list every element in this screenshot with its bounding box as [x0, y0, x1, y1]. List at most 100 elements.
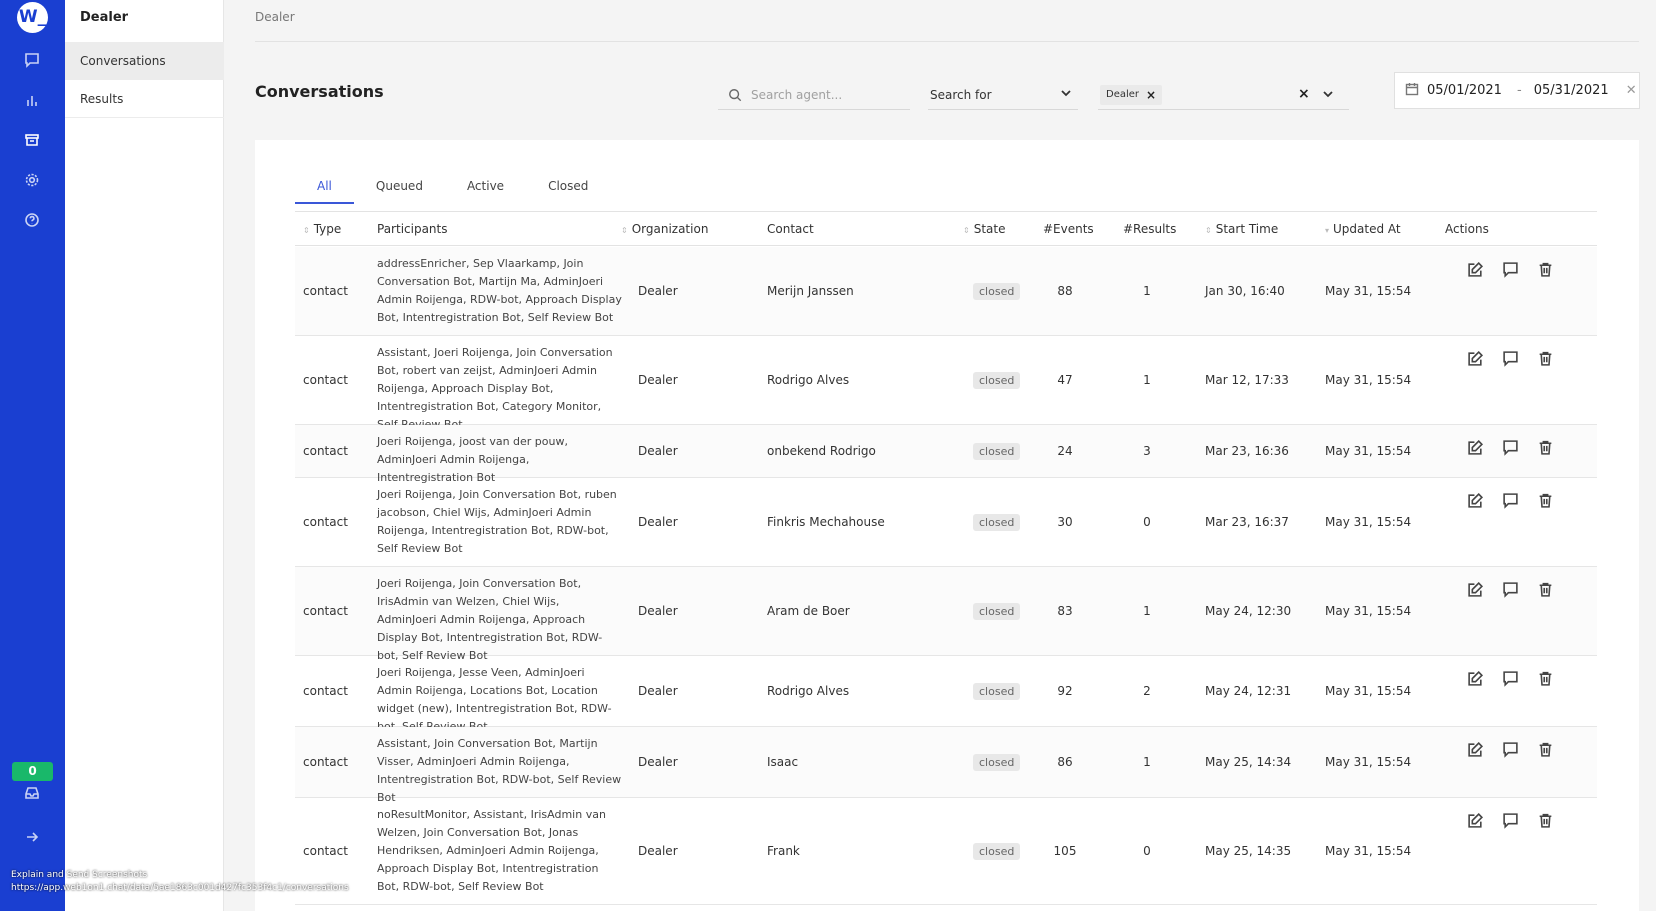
table-row[interactable]: contact Joeri Roijenga, Jesse Veen, Admin…: [295, 656, 1597, 733]
column-actions: Actions: [1445, 222, 1489, 236]
edit-icon[interactable]: [1467, 741, 1484, 761]
cell-updated-at: May 31, 15:54: [1325, 755, 1412, 769]
gear-icon[interactable]: [22, 170, 42, 190]
cell-updated-at: May 31, 15:54: [1325, 844, 1412, 858]
cell-results: 0: [1143, 844, 1151, 858]
edit-icon[interactable]: [1467, 670, 1484, 690]
cell-type: contact: [303, 444, 348, 458]
column-organization[interactable]: ⇕ Organization: [621, 212, 708, 246]
arrow-right-icon[interactable]: [22, 827, 42, 847]
cell-participants: noResultMonitor, Assistant, IrisAdmin va…: [377, 808, 606, 893]
search-input[interactable]: [751, 87, 901, 102]
clear-filter-icon[interactable]: ×: [1298, 86, 1310, 102]
search-for-select[interactable]: Search for: [928, 80, 1078, 110]
table-row[interactable]: contact Assistant, Join Conversation Bot,…: [295, 727, 1597, 804]
cell-type: contact: [303, 755, 348, 769]
message-icon[interactable]: [1502, 741, 1519, 761]
column-type[interactable]: ⇕ Type: [303, 212, 341, 246]
row-actions: [1467, 439, 1554, 459]
cell-events: 83: [1057, 604, 1073, 618]
date-from-input[interactable]: 05/01/2021: [1427, 83, 1513, 98]
trash-icon[interactable]: [1537, 439, 1554, 459]
column-state[interactable]: ⇕ State: [963, 212, 1005, 246]
help-icon[interactable]: [22, 210, 42, 230]
row-actions: [1467, 670, 1554, 690]
cell-state: closed: [973, 283, 1021, 300]
subnav-item-conversations[interactable]: Conversations: [65, 42, 224, 80]
cell-state: closed: [973, 372, 1021, 389]
edit-icon[interactable]: [1467, 581, 1484, 601]
breadcrumb[interactable]: Dealer: [255, 10, 295, 24]
message-icon[interactable]: [1502, 581, 1519, 601]
date-to-input[interactable]: 05/31/2021: [1534, 83, 1620, 98]
trash-icon[interactable]: [1537, 812, 1554, 832]
sort-icon: ⇕: [963, 226, 970, 235]
column-start-time[interactable]: ⇕ Start Time: [1205, 212, 1278, 246]
status-badge: closed: [973, 283, 1021, 300]
cell-organization: Dealer: [638, 684, 678, 698]
status-badge: closed: [973, 843, 1021, 860]
sub-navigation: Dealer Conversations Results: [65, 0, 224, 911]
cell-organization: Dealer: [638, 755, 678, 769]
message-icon[interactable]: [1502, 812, 1519, 832]
remove-tag-icon[interactable]: ×: [1146, 88, 1156, 102]
table-row[interactable]: contact Joeri Roijenga, Join Conversation…: [295, 567, 1597, 662]
trash-icon[interactable]: [1537, 581, 1554, 601]
unread-count-badge: 0: [12, 762, 53, 781]
cell-start-time: Mar 23, 16:36: [1205, 444, 1289, 458]
conversations-card: All Queued Active Closed ⇕ Type Participa…: [255, 140, 1639, 911]
archive-icon[interactable]: [22, 130, 42, 150]
trash-icon[interactable]: [1537, 741, 1554, 761]
tab-queued[interactable]: Queued: [354, 174, 445, 204]
cell-state: closed: [973, 443, 1021, 460]
cell-updated-at: May 31, 15:54: [1325, 373, 1412, 387]
left-rail: W_ 0: [0, 0, 65, 911]
table-row[interactable]: contact noResultMonitor, Assistant, IrisA…: [295, 798, 1597, 905]
tab-all[interactable]: All: [295, 174, 354, 204]
subnav-item-results[interactable]: Results: [65, 80, 224, 118]
message-icon[interactable]: [1502, 670, 1519, 690]
tab-active[interactable]: Active: [445, 174, 526, 204]
column-participants: Participants: [377, 222, 448, 236]
organization-filter[interactable]: Dealer × ×: [1098, 80, 1349, 110]
clear-date-icon[interactable]: ✕: [1626, 83, 1637, 98]
trash-icon[interactable]: [1537, 492, 1554, 512]
cell-participants: addressEnricher, Sep Vlaarkamp, Join Con…: [377, 257, 622, 324]
filter-tag-label: Dealer: [1106, 89, 1140, 100]
app-logo[interactable]: W_: [17, 2, 48, 33]
table-row[interactable]: contact addressEnricher, Sep Vlaarkamp, J…: [295, 247, 1597, 336]
cell-participants: Joeri Roijenga, Jesse Veen, AdminJoeri A…: [377, 666, 612, 733]
cell-type: contact: [303, 373, 348, 387]
tab-closed[interactable]: Closed: [526, 174, 610, 204]
edit-icon[interactable]: [1467, 261, 1484, 281]
cell-start-time: Jan 30, 16:40: [1205, 284, 1285, 298]
date-range-picker[interactable]: 05/01/2021 - 05/31/2021 ✕: [1394, 72, 1640, 109]
row-actions: [1467, 581, 1554, 601]
sort-icon: ⇕: [303, 226, 310, 235]
bar-chart-icon[interactable]: [22, 90, 42, 110]
cell-events: 47: [1057, 373, 1073, 387]
trash-icon[interactable]: [1537, 350, 1554, 370]
message-icon[interactable]: [1502, 350, 1519, 370]
table-row[interactable]: contact Joeri Roijenga, Join Conversation…: [295, 478, 1597, 567]
message-icon[interactable]: [1502, 439, 1519, 459]
trash-icon[interactable]: [1537, 261, 1554, 281]
inbox-icon[interactable]: [22, 783, 42, 803]
column-updated-at[interactable]: ▾ Updated At: [1325, 212, 1401, 246]
chat-icon[interactable]: [22, 50, 42, 70]
cell-updated-at: May 31, 15:54: [1325, 515, 1412, 529]
edit-icon[interactable]: [1467, 439, 1484, 459]
message-icon[interactable]: [1502, 492, 1519, 512]
edit-icon[interactable]: [1467, 812, 1484, 832]
table-row[interactable]: contact Joeri Roijenga, joost van der pou…: [295, 425, 1597, 484]
cell-participants: Assistant, Joeri Roijenga, Join Conversa…: [377, 346, 613, 431]
edit-icon[interactable]: [1467, 492, 1484, 512]
chevron-down-icon[interactable]: [1322, 88, 1334, 103]
trash-icon[interactable]: [1537, 670, 1554, 690]
status-badge: closed: [973, 514, 1021, 531]
message-icon[interactable]: [1502, 261, 1519, 281]
table-row[interactable]: contact Assistant, Joeri Roijenga, Join C…: [295, 336, 1597, 431]
page-title: Conversations: [255, 82, 384, 101]
cell-updated-at: May 31, 15:54: [1325, 684, 1412, 698]
edit-icon[interactable]: [1467, 350, 1484, 370]
